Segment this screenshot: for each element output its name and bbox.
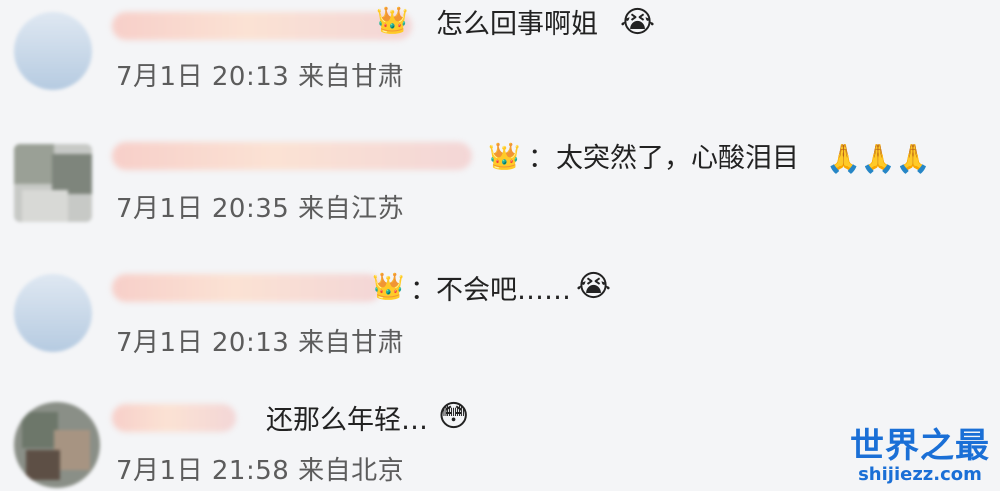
comment-date: 7月1日 — [116, 62, 204, 92]
username-blurred[interactable] — [112, 404, 236, 432]
crown-badge-icon: 👑 — [376, 6, 409, 36]
username-blurred[interactable] — [112, 142, 472, 170]
watermark-logo-text: 世界之最 — [850, 426, 990, 466]
comment-meta: 7月1日 20:35 来自江苏 — [116, 194, 404, 224]
username-blurred[interactable] — [112, 12, 412, 40]
crown-badge-icon: 👑 — [488, 142, 521, 172]
watermark-url: shijiezz.com — [858, 464, 982, 485]
comment-date: 7月1日 — [116, 328, 204, 358]
comment-time: 21:58 — [211, 456, 290, 486]
site-watermark: 世界之最 shijiezz.com — [850, 427, 990, 485]
avatar[interactable] — [14, 12, 92, 90]
comment-item: 👑 怎么回事啊姐 😭 7月1日 20:13 来自甘肃 — [0, 0, 1000, 121]
avatar[interactable] — [14, 402, 100, 488]
avatar[interactable] — [14, 144, 92, 222]
crown-badge-icon: 👑 — [372, 272, 405, 302]
comment-location: 来自甘肃 — [298, 62, 405, 92]
comment-date: 7月1日 — [116, 456, 204, 486]
crying-face-icon: 😭 — [576, 269, 612, 304]
folded-hands-icon: 🙏🙏🙏 — [826, 142, 931, 175]
colon-separator: ： — [528, 143, 555, 174]
comment-meta: 7月1日 21:58 来自北京 — [116, 456, 404, 486]
crying-face-icon: 😭 — [620, 5, 656, 40]
comment-time: 20:13 — [211, 62, 290, 92]
avatar[interactable] — [14, 274, 92, 352]
flushed-face-icon: 😳 — [438, 399, 470, 434]
comment-time: 20:35 — [211, 194, 290, 224]
comment-date: 7月1日 — [116, 194, 204, 224]
colon-separator: ： — [410, 275, 437, 306]
comment-text: 太突然了，心酸泪目 — [556, 143, 799, 174]
comment-text: 不会吧…… — [436, 275, 571, 306]
username-blurred[interactable] — [112, 274, 382, 302]
comment-text: 怎么回事啊姐 — [436, 9, 598, 40]
comment-text: 还那么年轻… — [266, 405, 428, 436]
comment-meta: 7月1日 20:13 来自甘肃 — [116, 328, 404, 358]
comment-item: 👑 ： 太突然了，心酸泪目 🙏🙏🙏 7月1日 20:35 来自江苏 — [0, 120, 1000, 249]
comment-item: 👑 ： 不会吧…… 😭 7月1日 20:13 来自甘肃 — [0, 248, 1000, 379]
comment-location: 来自北京 — [298, 456, 405, 486]
comment-location: 来自甘肃 — [298, 328, 405, 358]
comment-meta: 7月1日 20:13 来自甘肃 — [116, 62, 404, 92]
comment-location: 来自江苏 — [298, 194, 405, 224]
comment-time: 20:13 — [211, 328, 290, 358]
